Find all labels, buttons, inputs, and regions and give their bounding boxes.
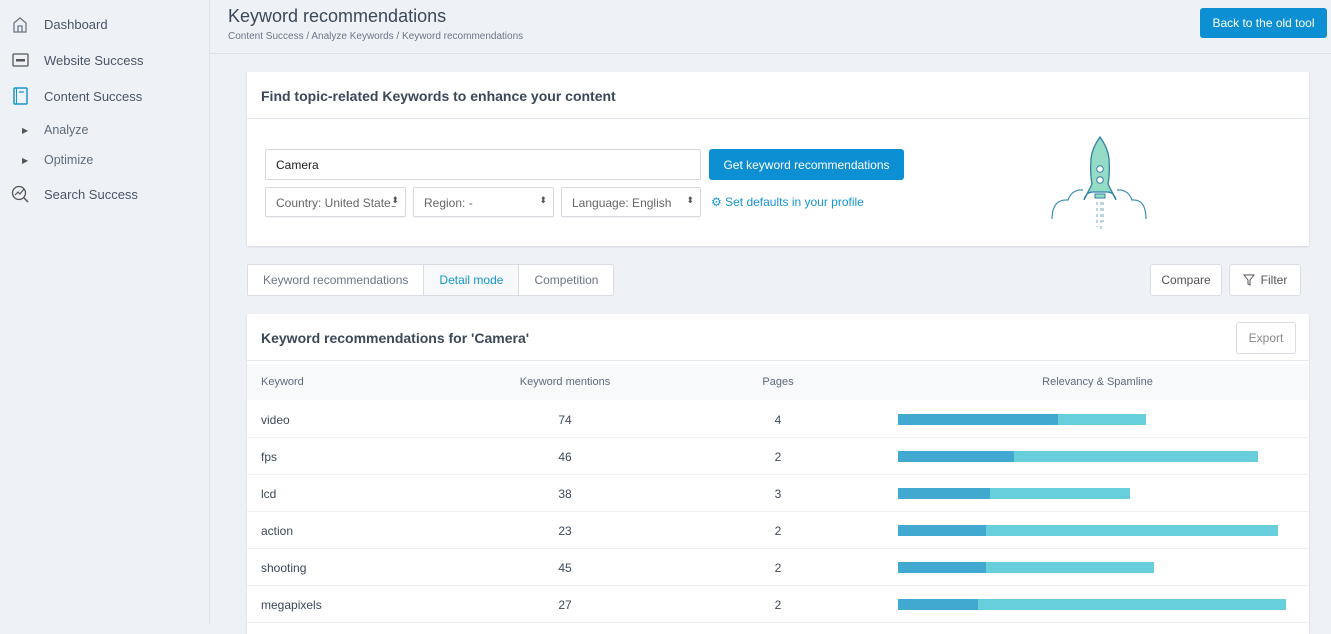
- relevancy-bar: [898, 414, 1298, 425]
- table-row[interactable]: shooting 45 2: [247, 549, 1309, 586]
- export-button[interactable]: Export: [1236, 322, 1296, 354]
- pages-cell: 4: [774, 413, 782, 427]
- book-icon: [10, 86, 30, 106]
- select-arrows-icon: ⬍: [539, 195, 547, 206]
- col-relevancy[interactable]: Relevancy & Spamline: [887, 376, 1308, 388]
- tab-detail-mode[interactable]: Detail mode: [424, 265, 520, 295]
- mentions-cell: 45: [558, 561, 572, 575]
- table-row[interactable]: video 74 4: [247, 401, 1309, 438]
- table-row[interactable]: lcd 38 3: [247, 475, 1309, 512]
- tab-competition[interactable]: Competition: [519, 265, 613, 295]
- language-select[interactable]: Language: English ⬍: [561, 187, 701, 217]
- relevancy-segment: [898, 562, 986, 573]
- mentions-cell: 74: [558, 413, 572, 427]
- home-icon: [10, 14, 30, 34]
- relevancy-segment: [898, 488, 990, 499]
- results-card: Keyword recommendations for 'Camera' Exp…: [247, 314, 1309, 634]
- monitor-icon: [10, 50, 30, 70]
- pages-cell: 2: [774, 561, 782, 575]
- pages-cell: 2: [774, 450, 782, 464]
- relevancy-bar: [898, 451, 1298, 462]
- keyword-input[interactable]: Camera: [265, 149, 701, 180]
- caret-right-icon: ▶: [22, 125, 29, 135]
- keyword-finder-card: Find topic-related Keywords to enhance y…: [247, 72, 1309, 246]
- region-value: Region: -: [424, 196, 473, 210]
- sidebar-item-label: Website Success: [44, 52, 144, 68]
- mentions-cell: 46: [558, 450, 572, 464]
- filter-button[interactable]: Filter: [1229, 264, 1301, 296]
- relevancy-bar: [898, 562, 1298, 573]
- page-title: Keyword recommendations: [228, 6, 447, 26]
- pages-cell: 2: [774, 598, 782, 612]
- back-to-old-tool-button[interactable]: Back to the old tool: [1200, 8, 1327, 38]
- set-defaults-link[interactable]: ⚙ Set defaults in your profile: [711, 195, 864, 209]
- filter-label: Filter: [1260, 273, 1288, 287]
- mentions-cell: 23: [558, 524, 572, 538]
- relevancy-segment: [898, 414, 1058, 425]
- col-pages[interactable]: Pages: [728, 376, 828, 388]
- pages-cell: 3: [774, 487, 782, 501]
- mentions-cell: 27: [558, 598, 572, 612]
- tab-keyword-recommendations[interactable]: Keyword recommendations: [248, 265, 425, 295]
- keyword-cell: shooting: [261, 561, 307, 575]
- col-mentions[interactable]: Keyword mentions: [515, 376, 615, 388]
- rocket-illustration: [1051, 135, 1147, 229]
- select-arrows-icon: ⬍: [391, 195, 399, 206]
- caret-right-icon: ▶: [22, 155, 29, 165]
- language-value: Language: English: [572, 196, 672, 210]
- table-row[interactable]: action 23 2: [247, 512, 1309, 549]
- relevancy-bar: [898, 525, 1298, 536]
- keyword-cell: video: [261, 413, 290, 427]
- sidebar-item-label: Optimize: [44, 153, 94, 167]
- set-defaults-label: Set defaults in your profile: [725, 195, 864, 209]
- table-row[interactable]: megapixels 27 2: [247, 586, 1309, 623]
- keyword-cell: fps: [261, 450, 278, 464]
- page-header: Keyword recommendations Content Success …: [210, 0, 1331, 54]
- relevancy-segment: [898, 525, 986, 536]
- sidebar-item-label: Dashboard: [44, 16, 108, 32]
- col-keyword[interactable]: Keyword: [261, 376, 304, 388]
- country-value: Country: United States: [276, 196, 397, 210]
- region-select[interactable]: Region: - ⬍: [413, 187, 554, 217]
- finder-heading: Find topic-related Keywords to enhance y…: [247, 72, 1309, 119]
- breadcrumb: Content Success / Analyze Keywords / Key…: [228, 31, 524, 42]
- pages-cell: 2: [774, 524, 782, 538]
- filter-icon: [1242, 274, 1255, 286]
- gear-icon: ⚙: [711, 195, 722, 209]
- select-arrows-icon: ⬍: [686, 195, 694, 206]
- country-select[interactable]: Country: United States ⬍: [265, 187, 406, 217]
- sidebar: Dashboard Website Success Content Succes…: [0, 0, 210, 624]
- sidebar-item-label: Analyze: [44, 123, 89, 137]
- results-heading: Keyword recommendations for 'Camera': [247, 314, 1309, 361]
- keyword-cell: lcd: [261, 487, 277, 501]
- main: Keyword recommendations Content Success …: [210, 0, 1331, 634]
- get-recommendations-button[interactable]: Get keyword recommendations: [709, 149, 904, 180]
- sidebar-item-label: Search Success: [44, 186, 138, 202]
- sidebar-item-label: Content Success: [44, 88, 143, 104]
- view-tabs: Keyword recommendations Detail mode Comp…: [247, 264, 615, 296]
- compare-label: Compare: [1161, 273, 1211, 287]
- mentions-cell: 38: [558, 487, 572, 501]
- relevancy-segment: [898, 599, 978, 610]
- search-chart-icon: [10, 184, 30, 204]
- relevancy-bar: [898, 488, 1298, 499]
- compare-button[interactable]: Compare: [1150, 264, 1222, 296]
- table-header: Keyword Keyword mentions Pages Relevancy…: [247, 364, 1309, 400]
- relevancy-bar: [898, 599, 1298, 610]
- table-row[interactable]: fps 46 2: [247, 438, 1309, 475]
- scrollbar-track[interactable]: [1309, 54, 1331, 624]
- relevancy-segment: [898, 451, 1014, 462]
- keyword-cell: action: [261, 524, 294, 538]
- keyword-cell: megapixels: [261, 598, 322, 612]
